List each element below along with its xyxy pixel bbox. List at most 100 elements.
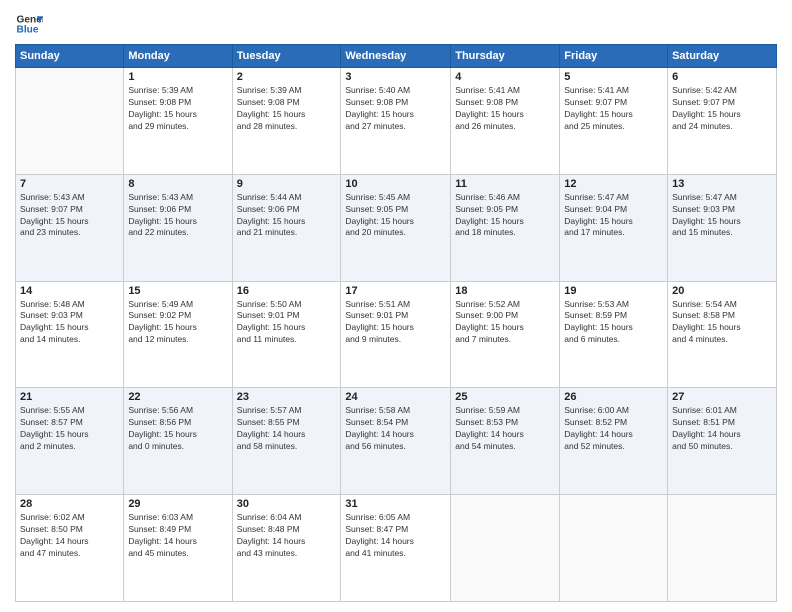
- day-cell: [668, 495, 777, 602]
- day-cell: 27Sunrise: 6:01 AM Sunset: 8:51 PM Dayli…: [668, 388, 777, 495]
- logo-icon: General Blue: [15, 10, 43, 38]
- day-cell: 8 Sunrise: 5:43 AM Sunset: 9:06 PM Daylig…: [124, 174, 232, 281]
- day-header-saturday: Saturday: [668, 45, 777, 68]
- day-info: Sunrise: 5:43 AM Sunset: 9:07 PM Dayligh…: [20, 192, 119, 240]
- page: General Blue SundayMondayTuesdayWednesda…: [0, 0, 792, 612]
- day-info: Sunrise: 5:40 AM Sunset: 9:08 PM Dayligh…: [345, 85, 446, 133]
- day-number: 13: [672, 178, 772, 190]
- day-cell: 14Sunrise: 5:48 AM Sunset: 9:03 PM Dayli…: [16, 281, 124, 388]
- day-number: 21: [20, 391, 119, 403]
- day-number: 30: [237, 498, 337, 510]
- day-cell: 26 Sunrise: 6:00 AM Sunset: 8:52 PM Dayli…: [560, 388, 668, 495]
- day-cell: 18 Sunrise: 5:52 AM Sunset: 9:00 PM Dayli…: [451, 281, 560, 388]
- day-number: 5: [564, 71, 663, 83]
- day-number: 20: [672, 285, 772, 297]
- day-header-monday: Monday: [124, 45, 232, 68]
- header: General Blue: [15, 10, 777, 38]
- day-info: Sunrise: 6:05 AM Sunset: 8:47 PM Dayligh…: [345, 512, 446, 560]
- day-cell: 13 Sunrise: 5:47 AM Sunset: 9:03 PM Dayli…: [668, 174, 777, 281]
- day-cell: 15Sunrise: 5:49 AM Sunset: 9:02 PM Dayli…: [124, 281, 232, 388]
- day-number: 8: [128, 178, 227, 190]
- day-info: Sunrise: 5:44 AM Sunset: 9:06 PM Dayligh…: [237, 192, 337, 240]
- day-info: Sunrise: 5:47 AM Sunset: 9:03 PM Dayligh…: [672, 192, 772, 240]
- day-cell: 21 Sunrise: 5:55 AM Sunset: 8:57 PM Dayli…: [16, 388, 124, 495]
- day-cell: [451, 495, 560, 602]
- day-cell: 25 Sunrise: 5:59 AM Sunset: 8:53 PM Dayli…: [451, 388, 560, 495]
- day-header-tuesday: Tuesday: [232, 45, 341, 68]
- day-info: Sunrise: 6:00 AM Sunset: 8:52 PM Dayligh…: [564, 405, 663, 453]
- day-number: 9: [237, 178, 337, 190]
- day-info: Sunrise: 5:58 AM Sunset: 8:54 PM Dayligh…: [345, 405, 446, 453]
- day-cell: 29Sunrise: 6:03 AM Sunset: 8:49 PM Dayli…: [124, 495, 232, 602]
- day-cell: 11 Sunrise: 5:46 AM Sunset: 9:05 PM Dayli…: [451, 174, 560, 281]
- day-info: Sunrise: 5:53 AM Sunset: 8:59 PM Dayligh…: [564, 299, 663, 347]
- day-number: 18: [455, 285, 555, 297]
- week-row-5: 28 Sunrise: 6:02 AM Sunset: 8:50 PM Dayli…: [16, 495, 777, 602]
- day-info: Sunrise: 5:41 AM Sunset: 9:07 PM Dayligh…: [564, 85, 663, 133]
- day-cell: 30 Sunrise: 6:04 AM Sunset: 8:48 PM Dayli…: [232, 495, 341, 602]
- day-number: 16: [237, 285, 337, 297]
- day-cell: 2Sunrise: 5:39 AM Sunset: 9:08 PM Daylig…: [232, 68, 341, 175]
- day-info: Sunrise: 6:04 AM Sunset: 8:48 PM Dayligh…: [237, 512, 337, 560]
- day-number: 12: [564, 178, 663, 190]
- day-number: 28: [20, 498, 119, 510]
- day-cell: [560, 495, 668, 602]
- day-number: 26: [564, 391, 663, 403]
- day-number: 11: [455, 178, 555, 190]
- day-number: 22: [128, 391, 227, 403]
- day-number: 25: [455, 391, 555, 403]
- day-cell: 24 Sunrise: 5:58 AM Sunset: 8:54 PM Dayli…: [341, 388, 451, 495]
- day-number: 4: [455, 71, 555, 83]
- calendar-table: SundayMondayTuesdayWednesdayThursdayFrid…: [15, 44, 777, 602]
- day-info: Sunrise: 5:50 AM Sunset: 9:01 PM Dayligh…: [237, 299, 337, 347]
- day-header-sunday: Sunday: [16, 45, 124, 68]
- day-number: 14: [20, 285, 119, 297]
- day-info: Sunrise: 5:39 AM Sunset: 9:08 PM Dayligh…: [237, 85, 337, 133]
- day-info: Sunrise: 5:59 AM Sunset: 8:53 PM Dayligh…: [455, 405, 555, 453]
- day-info: Sunrise: 6:02 AM Sunset: 8:50 PM Dayligh…: [20, 512, 119, 560]
- day-info: Sunrise: 5:52 AM Sunset: 9:00 PM Dayligh…: [455, 299, 555, 347]
- day-cell: 5 Sunrise: 5:41 AM Sunset: 9:07 PM Daylig…: [560, 68, 668, 175]
- day-cell: 28 Sunrise: 6:02 AM Sunset: 8:50 PM Dayli…: [16, 495, 124, 602]
- day-header-thursday: Thursday: [451, 45, 560, 68]
- day-info: Sunrise: 5:42 AM Sunset: 9:07 PM Dayligh…: [672, 85, 772, 133]
- day-cell: 12 Sunrise: 5:47 AM Sunset: 9:04 PM Dayli…: [560, 174, 668, 281]
- day-number: 29: [128, 498, 227, 510]
- day-number: 23: [237, 391, 337, 403]
- day-cell: 10Sunrise: 5:45 AM Sunset: 9:05 PM Dayli…: [341, 174, 451, 281]
- day-info: Sunrise: 5:51 AM Sunset: 9:01 PM Dayligh…: [345, 299, 446, 347]
- day-number: 19: [564, 285, 663, 297]
- day-header-friday: Friday: [560, 45, 668, 68]
- day-number: 7: [20, 178, 119, 190]
- week-row-2: 7 Sunrise: 5:43 AM Sunset: 9:07 PM Daylig…: [16, 174, 777, 281]
- day-info: Sunrise: 5:43 AM Sunset: 9:06 PM Dayligh…: [128, 192, 227, 240]
- calendar-header-row: SundayMondayTuesdayWednesdayThursdayFrid…: [16, 45, 777, 68]
- day-number: 31: [345, 498, 446, 510]
- week-row-3: 14Sunrise: 5:48 AM Sunset: 9:03 PM Dayli…: [16, 281, 777, 388]
- day-cell: 31 Sunrise: 6:05 AM Sunset: 8:47 PM Dayli…: [341, 495, 451, 602]
- day-cell: 3 Sunrise: 5:40 AM Sunset: 9:08 PM Daylig…: [341, 68, 451, 175]
- logo: General Blue: [15, 10, 43, 38]
- week-row-4: 21 Sunrise: 5:55 AM Sunset: 8:57 PM Dayli…: [16, 388, 777, 495]
- day-number: 24: [345, 391, 446, 403]
- day-info: Sunrise: 5:39 AM Sunset: 9:08 PM Dayligh…: [128, 85, 227, 133]
- day-cell: 4 Sunrise: 5:41 AM Sunset: 9:08 PM Daylig…: [451, 68, 560, 175]
- day-number: 3: [345, 71, 446, 83]
- day-cell: 6 Sunrise: 5:42 AM Sunset: 9:07 PM Daylig…: [668, 68, 777, 175]
- day-info: Sunrise: 5:55 AM Sunset: 8:57 PM Dayligh…: [20, 405, 119, 453]
- day-info: Sunrise: 5:46 AM Sunset: 9:05 PM Dayligh…: [455, 192, 555, 240]
- day-cell: 9 Sunrise: 5:44 AM Sunset: 9:06 PM Daylig…: [232, 174, 341, 281]
- day-info: Sunrise: 5:47 AM Sunset: 9:04 PM Dayligh…: [564, 192, 663, 240]
- day-info: Sunrise: 5:57 AM Sunset: 8:55 PM Dayligh…: [237, 405, 337, 453]
- day-info: Sunrise: 5:54 AM Sunset: 8:58 PM Dayligh…: [672, 299, 772, 347]
- day-info: Sunrise: 5:56 AM Sunset: 8:56 PM Dayligh…: [128, 405, 227, 453]
- day-number: 15: [128, 285, 227, 297]
- week-row-1: 1Sunrise: 5:39 AM Sunset: 9:08 PM Daylig…: [16, 68, 777, 175]
- day-cell: 16 Sunrise: 5:50 AM Sunset: 9:01 PM Dayli…: [232, 281, 341, 388]
- day-cell: 23 Sunrise: 5:57 AM Sunset: 8:55 PM Dayli…: [232, 388, 341, 495]
- day-info: Sunrise: 5:41 AM Sunset: 9:08 PM Dayligh…: [455, 85, 555, 133]
- day-cell: 17Sunrise: 5:51 AM Sunset: 9:01 PM Dayli…: [341, 281, 451, 388]
- day-number: 6: [672, 71, 772, 83]
- day-cell: 20 Sunrise: 5:54 AM Sunset: 8:58 PM Dayli…: [668, 281, 777, 388]
- day-header-wednesday: Wednesday: [341, 45, 451, 68]
